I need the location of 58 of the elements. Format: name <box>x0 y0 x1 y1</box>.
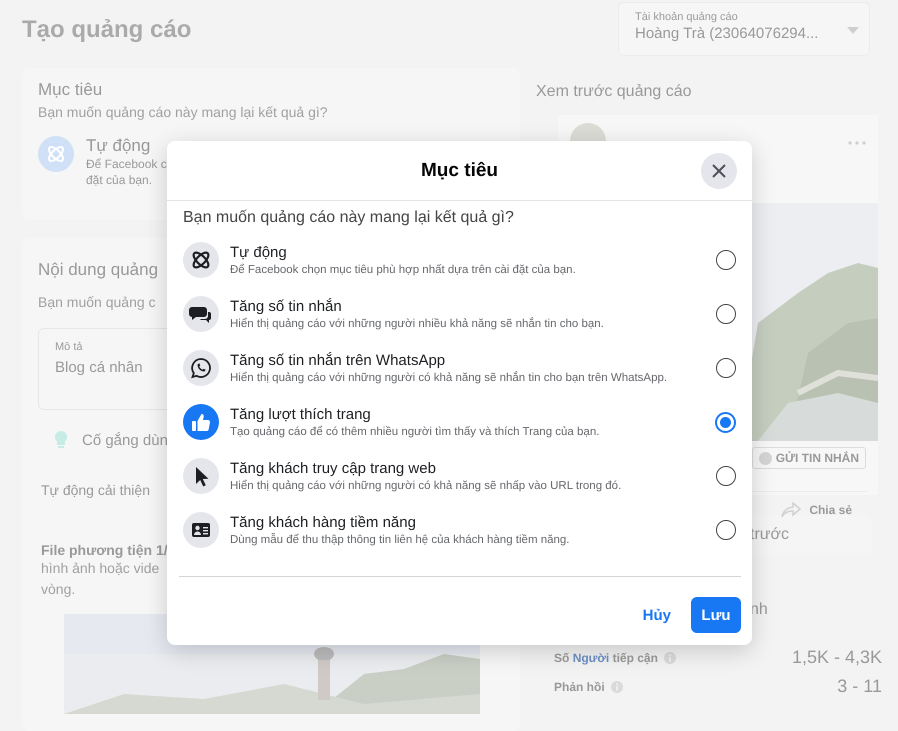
account-dropdown[interactable]: Tài khoản quảng cáo Hoàng Trà (23064076294... <box>618 2 870 56</box>
auto-improve-label: Tự động cải thiện <box>41 482 150 498</box>
save-button[interactable]: Lưu <box>691 597 741 633</box>
option-title: Tự động <box>230 244 288 261</box>
dialog-title: Mục tiêu <box>420 160 498 182</box>
thumbs-up-icon <box>183 404 219 440</box>
preview-title: Xem trước quảng cáo <box>536 83 692 101</box>
share-button[interactable]: Chia sẻ <box>765 498 868 522</box>
close-button[interactable] <box>701 153 737 189</box>
option-description: Để Facebook chọn mục tiêu phù hợp nhất dựa trên cài đặt của bạn. <box>230 264 577 276</box>
atom-icon <box>183 242 219 278</box>
stat-value: 3 - 11 <box>837 676 882 697</box>
option-description: Hiển thị quảng cáo với những người nhiều khả năng sẽ nhắn tin cho bạn. <box>230 318 605 330</box>
info-icon <box>664 652 676 664</box>
messenger-icon <box>758 452 772 464</box>
caret-icon <box>847 27 859 34</box>
info-icon <box>610 680 623 692</box>
tip-text: Cố gắng dùn <box>82 432 168 448</box>
option-title: Tăng khách hàng tiềm năng <box>230 514 417 531</box>
stat-label: Phản hồi <box>554 680 605 694</box>
cursor-icon <box>183 458 219 494</box>
option-title: Tăng số tin nhắn <box>230 298 343 315</box>
radio-button[interactable] <box>716 250 736 270</box>
dialog-question: Bạn muốn quảng cáo này mang lại kết quả gì? <box>183 209 515 227</box>
close-icon <box>711 163 727 179</box>
phone-bubble-icon <box>183 350 219 386</box>
contact-card-icon <box>183 512 219 548</box>
radio-button[interactable] <box>715 412 736 432</box>
option-title: Tăng lượt thích trang <box>230 406 372 423</box>
radio-button[interactable] <box>716 520 736 540</box>
card-title: Mục tiêu <box>38 80 102 100</box>
option-description: Hiển thị quảng cáo với những người có khả năng sẽ nhắn tin cho bạn trên WhatsApp. <box>230 372 668 384</box>
option-description: Tạo quảng cáo để có thêm nhiều người tìm thấy và thích Trang của bạn. <box>230 426 600 438</box>
chat-bubbles-icon <box>183 296 219 332</box>
option-title: Tăng khách truy cập trang web <box>230 460 437 477</box>
lightbulb-icon <box>54 430 68 450</box>
option-title: Tăng số tin nhắn trên WhatsApp <box>230 352 446 369</box>
media-title: File phương tiện 1/ <box>41 542 168 558</box>
share-icon <box>781 502 802 518</box>
radio-button[interactable] <box>716 358 736 378</box>
send-message-button[interactable]: GỬI TIN NHẮN <box>752 447 866 469</box>
option-description: Dùng mẫu để thu thập thông tin liên hệ của khách hàng tiềm năng. <box>230 534 570 546</box>
cancel-button[interactable]: Hủy <box>630 597 683 633</box>
radio-button[interactable] <box>716 466 736 486</box>
stat-value: 1,5K - 4,3K <box>792 647 882 668</box>
choice-description: Để Facebook c <box>86 156 167 172</box>
card-subtitle: Bạn muốn quảng c <box>38 294 156 310</box>
media-text: vòng. <box>41 580 76 599</box>
card-subtitle: Bạn muốn quảng cáo này mang lại kết quả gì? <box>38 104 328 120</box>
choice-title: Tự động <box>86 136 150 156</box>
page-title: Tạo quảng cáo <box>22 16 192 45</box>
choice-description: đặt của bạn. <box>86 172 152 188</box>
atom-icon <box>38 136 74 172</box>
option-description: Hiển thị quảng cáo với những người có khả năng sẽ nhấp vào URL trong đó. <box>230 480 622 492</box>
stat-label: Số Người tiếp cận <box>554 650 658 664</box>
radio-button[interactable] <box>716 304 736 324</box>
media-text: hình ảnh hoặc vide <box>41 559 160 578</box>
card-title: Nội dung quảng <box>38 260 158 280</box>
